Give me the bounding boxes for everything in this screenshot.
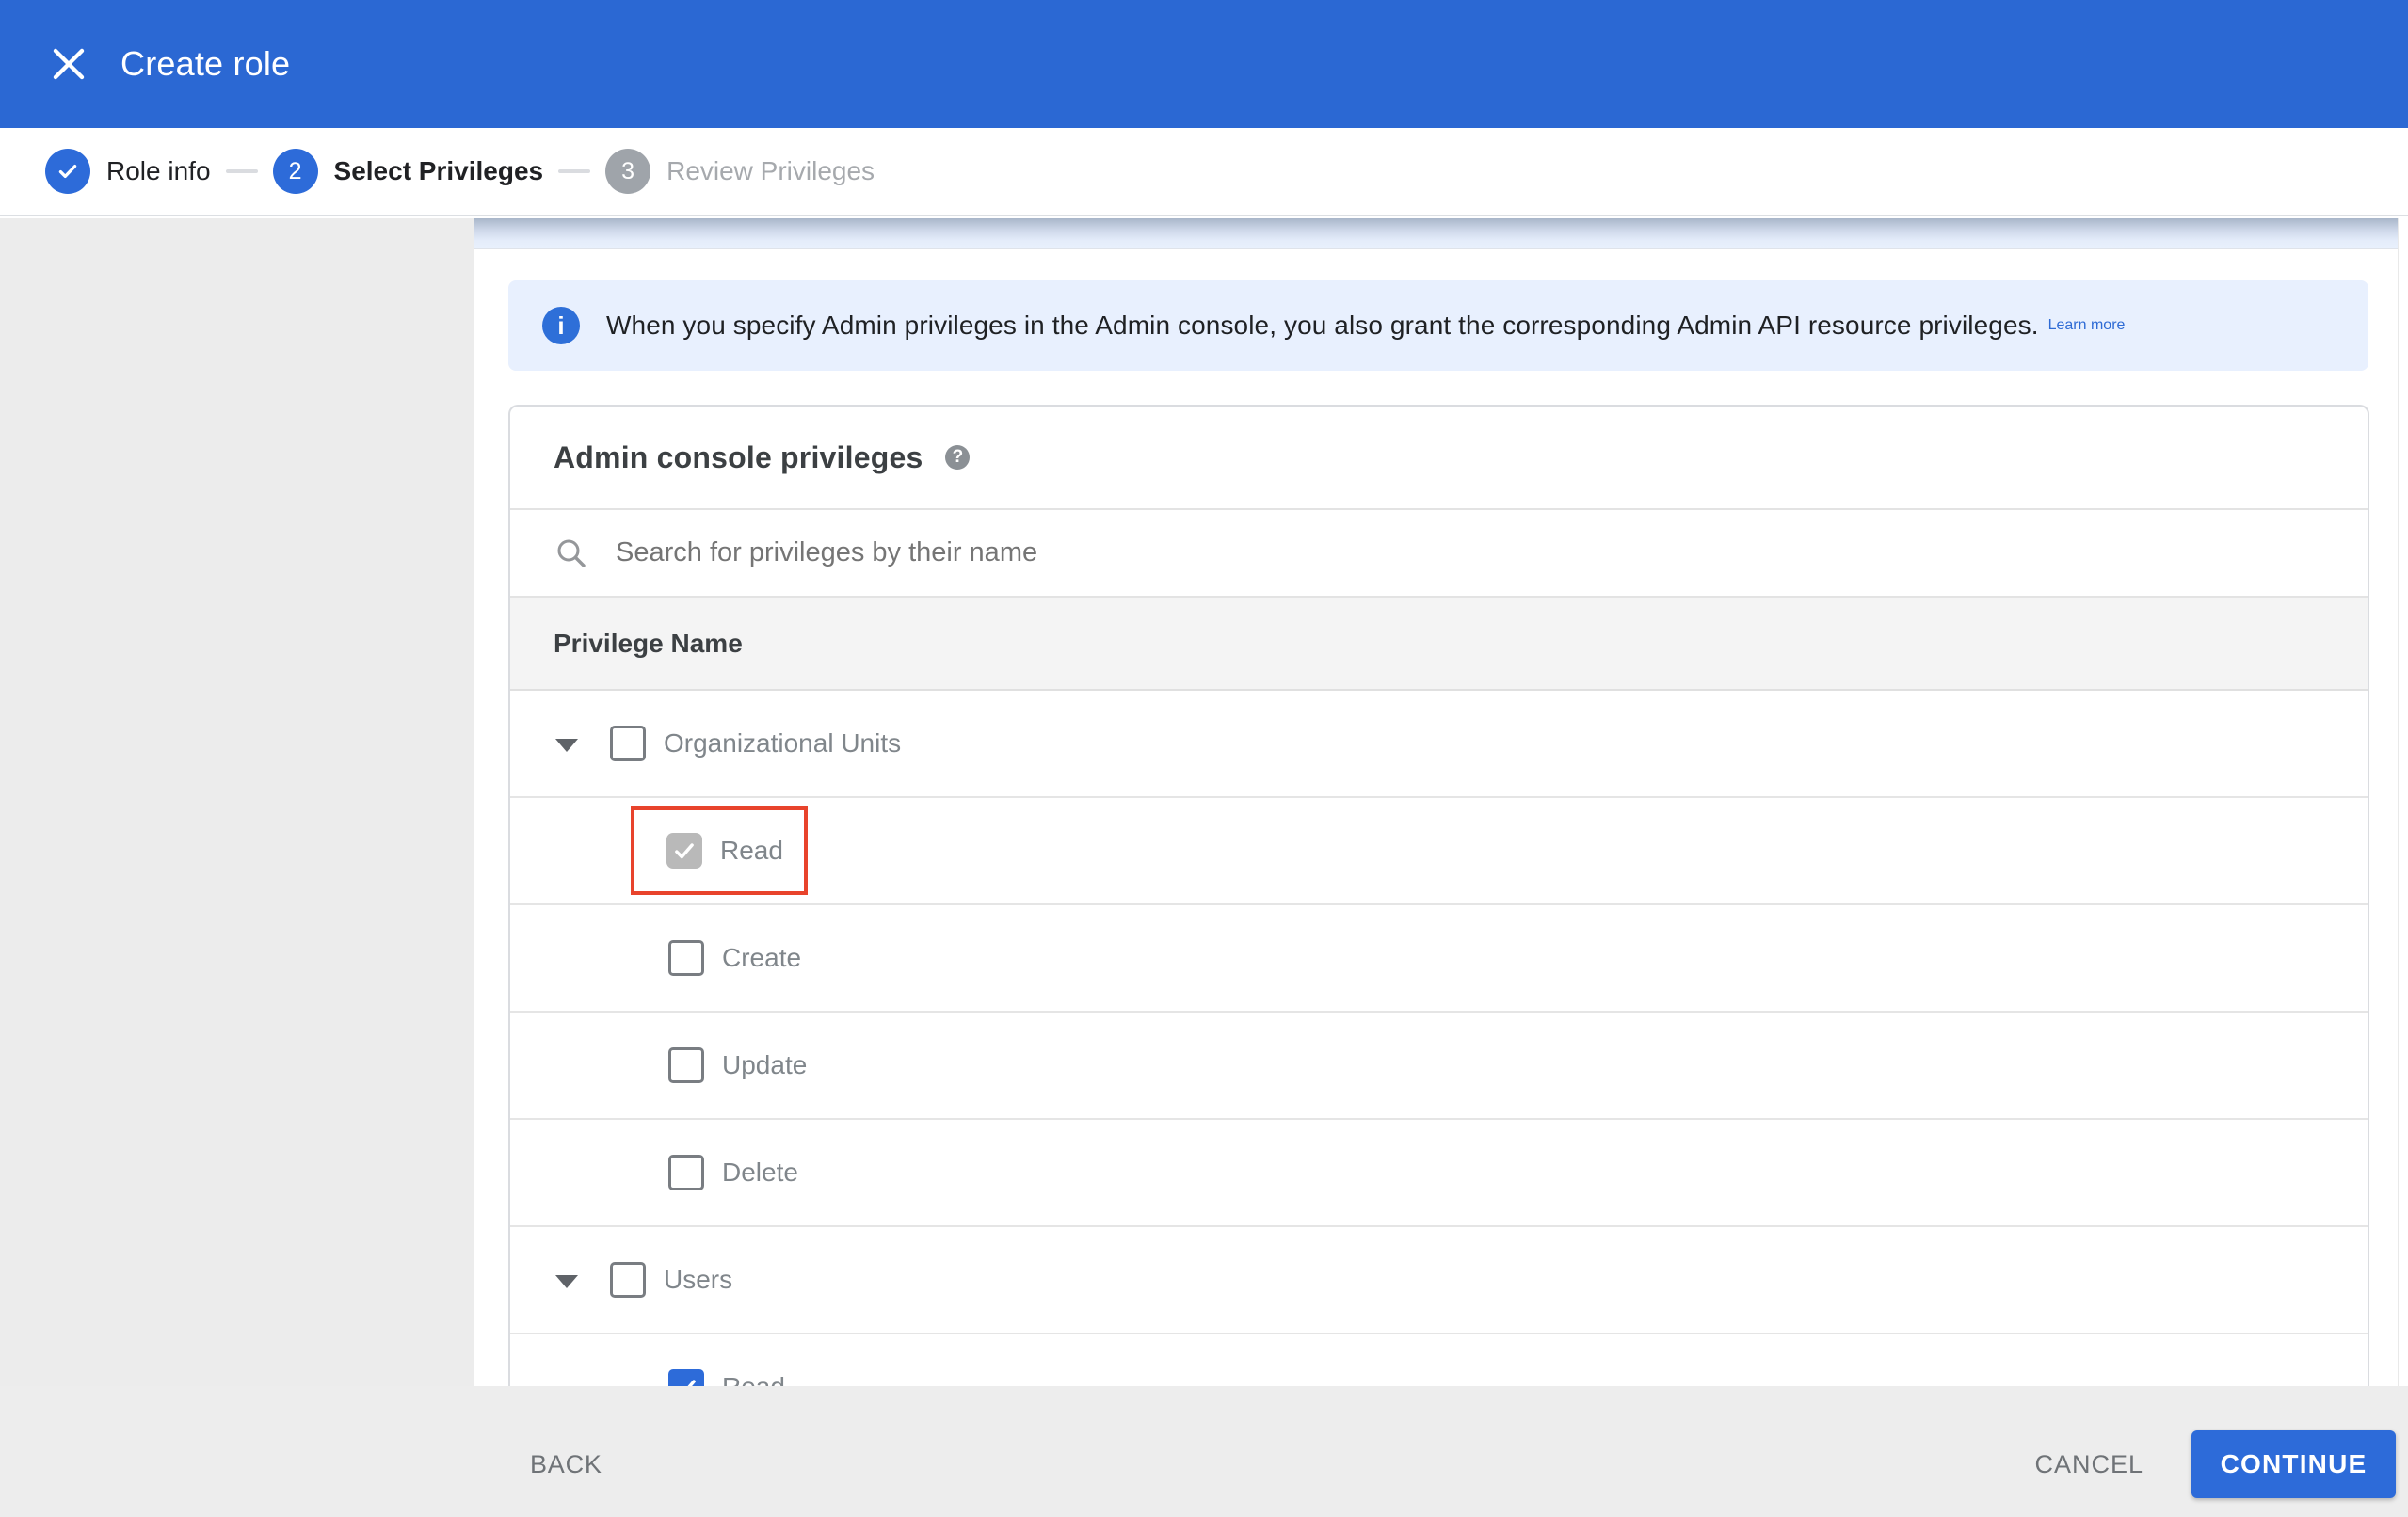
privilege-row: Read: [510, 798, 2368, 905]
create-role-dialog: Create role Role info 2 Select Privilege…: [0, 0, 2408, 1517]
privilege-name-column-header: Privilege Name: [510, 598, 2368, 691]
privilege-search-input[interactable]: [614, 536, 2324, 569]
checkbox-read[interactable]: [668, 1369, 704, 1386]
privilege-row: Organizational Units: [510, 691, 2368, 798]
privilege-row: Create: [510, 905, 2368, 1013]
checkbox-read: [666, 833, 702, 869]
privilege-row: Read: [510, 1334, 2368, 1386]
privilege-row: Users: [510, 1227, 2368, 1334]
step-select-privileges[interactable]: 2 Select Privileges: [272, 149, 544, 194]
stepper: Role info 2 Select Privileges 3 Review P…: [0, 128, 2408, 216]
checkbox-organizational-units[interactable]: [610, 726, 646, 761]
annotation-highlight-box: Read: [631, 806, 808, 895]
step-role-info[interactable]: Role info: [45, 149, 211, 194]
step-label: Review Privileges: [666, 156, 875, 185]
privilege-rows: Organizational Units Read Create Update Dele…: [510, 691, 2368, 1386]
search-icon: [554, 535, 589, 571]
help-icon[interactable]: ?: [945, 445, 971, 470]
privilege-row: Delete: [510, 1120, 2368, 1227]
step-label: Role info: [106, 156, 211, 185]
privilege-label: Users: [664, 1265, 733, 1294]
chevron-down-icon[interactable]: [555, 1275, 578, 1288]
checkbox-update[interactable]: [668, 1047, 704, 1083]
admin-console-privileges-card: Admin console privileges ? Privilege Nam…: [508, 405, 2369, 1386]
step-connector: [225, 169, 258, 173]
info-banner: i When you specify Admin privileges in t…: [508, 280, 2368, 371]
step-complete-check-icon: [45, 149, 90, 194]
back-button[interactable]: BACK: [530, 1430, 602, 1498]
privilege-label: Read: [720, 836, 783, 865]
chevron-down-icon[interactable]: [555, 739, 578, 752]
step-number: 3: [605, 149, 651, 194]
step-connector: [558, 169, 591, 173]
info-icon: i: [542, 307, 580, 344]
privilege-label: Create: [722, 943, 802, 972]
close-icon[interactable]: [47, 42, 90, 86]
app-bar: Create role: [0, 0, 2408, 128]
footer-bar: BACK CANCEL CONTINUE: [0, 1386, 2408, 1517]
dialog-title: Create role: [120, 44, 291, 83]
cancel-button[interactable]: CANCEL: [2034, 1430, 2143, 1498]
info-banner-text: When you specify Admin privileges in the…: [606, 311, 2039, 340]
privilege-label: Organizational Units: [664, 728, 902, 758]
privilege-search-row: [510, 510, 2368, 598]
privilege-label: Read: [722, 1372, 785, 1386]
checkbox-delete[interactable]: [668, 1155, 704, 1190]
scroll-shadow-strip: [474, 218, 2398, 249]
checkbox-create[interactable]: [668, 940, 704, 976]
learn-more-link[interactable]: Learn more: [2048, 317, 2126, 334]
left-spacer-panel: [0, 218, 474, 1517]
card-header: Admin console privileges ?: [510, 407, 2368, 510]
step-number: 2: [272, 149, 318, 194]
privilege-row: Update: [510, 1013, 2368, 1120]
scrollbar-track[interactable]: [2398, 218, 2408, 1386]
card-title: Admin console privileges: [554, 439, 923, 474]
privilege-label: Delete: [722, 1158, 798, 1187]
checkbox-users[interactable]: [610, 1262, 646, 1298]
step-review-privileges[interactable]: 3 Review Privileges: [605, 149, 875, 194]
privilege-label: Update: [722, 1050, 808, 1079]
continue-button[interactable]: CONTINUE: [2191, 1430, 2396, 1498]
step-label: Select Privileges: [333, 156, 544, 185]
